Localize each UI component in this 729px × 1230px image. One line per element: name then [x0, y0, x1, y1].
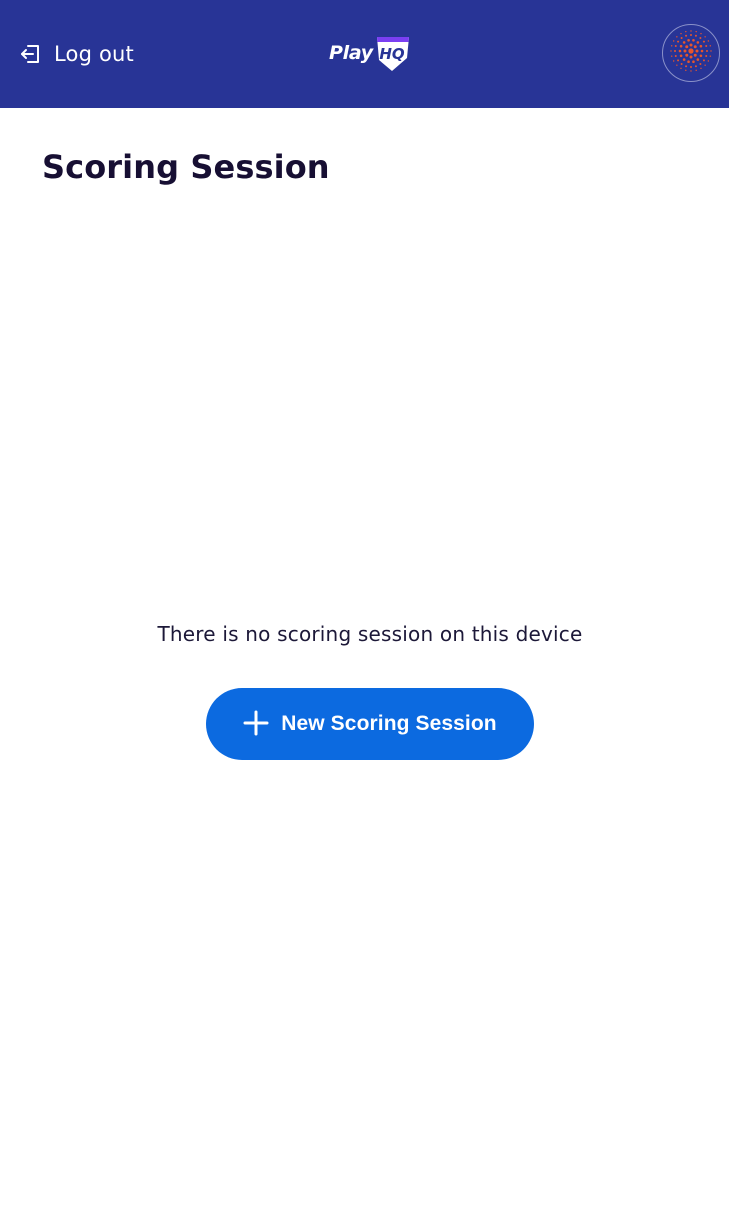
org-logo-icon — [669, 29, 713, 77]
logout-icon — [18, 42, 42, 66]
org-avatar[interactable] — [662, 24, 720, 82]
page-title: Scoring Session — [42, 148, 330, 186]
logout-label: Log out — [54, 42, 134, 66]
app-header: Log out Play HQ — [0, 0, 729, 108]
empty-state-message: There is no scoring session on this devi… — [157, 622, 583, 646]
logo-shield-icon: HQ — [373, 34, 411, 76]
new-scoring-session-button[interactable]: New Scoring Session — [206, 688, 534, 760]
new-scoring-session-label: New Scoring Session — [281, 712, 497, 735]
logo-text: Play — [329, 42, 373, 64]
logo-badge-text: HQ — [379, 45, 405, 63]
logout-button[interactable]: Log out — [18, 38, 134, 70]
plus-icon — [243, 710, 269, 739]
playhq-logo: Play HQ — [329, 34, 413, 74]
